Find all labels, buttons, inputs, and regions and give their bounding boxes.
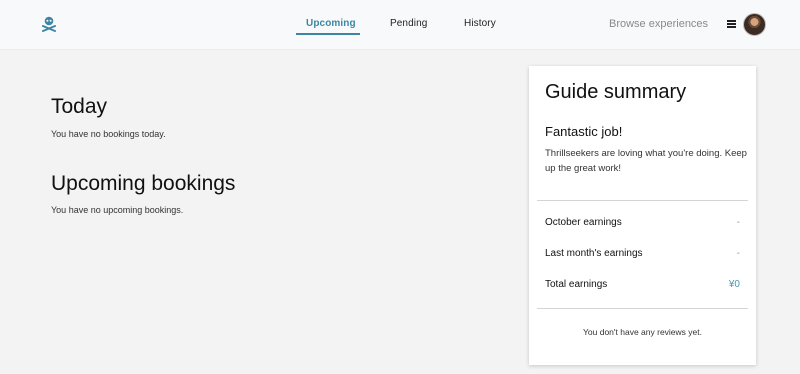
hamburger-menu-icon[interactable] (727, 20, 736, 28)
guide-summary-card: Guide summary Fantastic job! Thrillseeke… (529, 66, 756, 365)
divider (537, 200, 748, 201)
divider (537, 308, 748, 309)
october-earnings-value: - (736, 217, 740, 228)
top-navigation-bar: Upcoming Pending History Browse experien… (0, 0, 800, 50)
last-month-earnings-value: - (736, 248, 740, 259)
tab-upcoming[interactable]: Upcoming (306, 18, 356, 29)
upcoming-empty-text: You have no upcoming bookings. (51, 205, 184, 215)
skull-crossbones-icon[interactable] (42, 16, 56, 32)
no-reviews-text: You don't have any reviews yet. (583, 327, 702, 337)
last-month-earnings-label: Last month's earnings (545, 248, 643, 259)
upcoming-bookings-heading: Upcoming bookings (51, 172, 236, 195)
browse-experiences-link[interactable]: Browse experiences (609, 18, 708, 30)
encouragement-message: Thrillseekers are loving what you're doi… (545, 148, 747, 174)
today-empty-text: You have no bookings today. (51, 129, 166, 139)
active-tab-indicator (296, 33, 360, 35)
tab-pending[interactable]: Pending (390, 18, 427, 29)
avatar[interactable] (743, 13, 766, 36)
october-earnings-label: October earnings (545, 217, 622, 228)
today-heading: Today (51, 95, 108, 118)
total-earnings-value: ¥0 (728, 279, 740, 290)
fantastic-job-subtitle: Fantastic job! (545, 124, 623, 139)
tab-history[interactable]: History (464, 18, 496, 29)
total-earnings-label: Total earnings (545, 279, 608, 290)
guide-summary-title: Guide summary (545, 81, 687, 103)
